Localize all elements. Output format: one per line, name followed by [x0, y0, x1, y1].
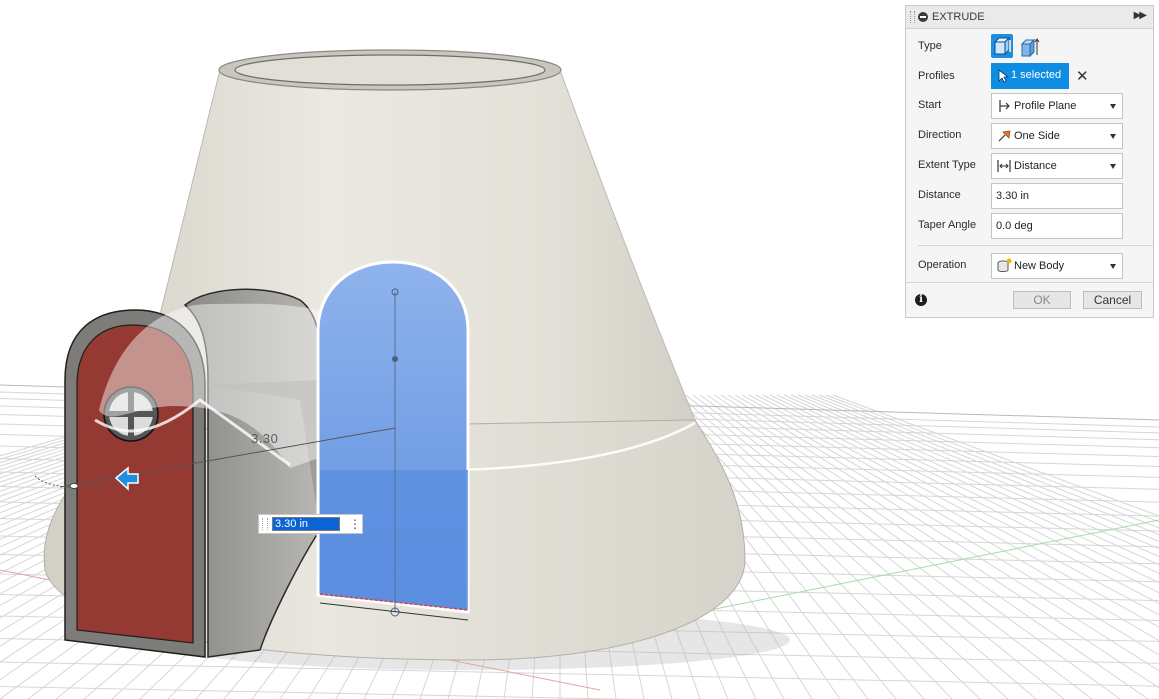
- one-side-icon: [998, 130, 1011, 142]
- dimension-label: 3.30: [251, 431, 279, 446]
- start-label: Start: [918, 99, 942, 111]
- direction-value: One Side: [1014, 130, 1060, 142]
- clear-selection-icon[interactable]: ✕: [1076, 67, 1089, 85]
- chevron-down-icon: [1110, 164, 1116, 169]
- profiles-select-button[interactable]: 1 selected: [991, 63, 1069, 89]
- distance-label: Distance: [918, 189, 961, 201]
- profile-plane-icon: [999, 100, 1010, 112]
- collapse-icon[interactable]: [918, 12, 928, 22]
- start-value: Profile Plane: [1014, 100, 1077, 112]
- chevron-down-icon: [1110, 134, 1116, 139]
- ok-button[interactable]: OK: [1013, 291, 1071, 309]
- cursor-arrow-icon: [998, 69, 1009, 83]
- type-thin-button[interactable]: [1019, 36, 1041, 58]
- operation-value: New Body: [1014, 260, 1065, 272]
- row-distance: Distance 3.30 in: [918, 183, 1148, 209]
- more-options-icon[interactable]: ⋮: [349, 517, 361, 531]
- row-profiles: Profiles 1 selected ✕: [918, 63, 1148, 90]
- distance-value: 3.30 in: [996, 190, 1030, 202]
- type-label: Type: [918, 40, 942, 52]
- distance-manipulator-input[interactable]: [272, 517, 340, 531]
- direction-label: Direction: [918, 129, 962, 141]
- row-extent-type: Extent Type Distance: [918, 153, 1148, 179]
- taper-angle-field[interactable]: 0.0 deg: [991, 213, 1123, 239]
- extrude-thin-icon: [1020, 38, 1040, 58]
- dialog-header[interactable]: EXTRUDE ▶▶: [906, 6, 1153, 29]
- extent-type-dropdown[interactable]: Distance: [991, 153, 1123, 179]
- operation-dropdown[interactable]: New Body: [991, 253, 1123, 279]
- info-icon[interactable]: i: [915, 294, 927, 306]
- chevron-down-icon: [1110, 104, 1116, 109]
- distance-manipulator-box[interactable]: ⋮: [258, 514, 363, 534]
- type-solid-button[interactable]: [991, 34, 1013, 58]
- taper-angle-label: Taper Angle: [918, 219, 977, 231]
- start-dropdown[interactable]: Profile Plane: [991, 93, 1123, 119]
- extrude-dialog: EXTRUDE ▶▶ Type Profiles 1 selected ✕ St…: [905, 5, 1154, 318]
- divider: [906, 282, 1153, 283]
- taper-angle-value: 0.0 deg: [996, 220, 1033, 232]
- row-start: Start Profile Plane: [918, 93, 1148, 119]
- extrude-solid-icon: [993, 36, 1011, 56]
- row-taper-angle: Taper Angle 0.0 deg: [918, 213, 1148, 239]
- expand-icon[interactable]: ▶▶: [1134, 10, 1147, 21]
- divider: [918, 245, 1153, 246]
- row-operation: Operation New Body: [918, 253, 1148, 279]
- distance-field[interactable]: 3.30 in: [991, 183, 1123, 209]
- extent-type-value: Distance: [1014, 160, 1057, 172]
- drag-grip-icon[interactable]: [910, 11, 915, 23]
- drag-grip-icon[interactable]: [262, 518, 268, 530]
- cancel-button[interactable]: Cancel: [1083, 291, 1142, 309]
- operation-label: Operation: [918, 259, 967, 271]
- extent-type-label: Extent Type: [918, 159, 976, 171]
- direction-dropdown[interactable]: One Side: [991, 123, 1123, 149]
- distance-icon: [997, 160, 1011, 172]
- dialog-title: EXTRUDE: [932, 11, 985, 23]
- row-direction: Direction One Side: [918, 123, 1148, 149]
- profiles-label: Profiles: [918, 70, 955, 82]
- new-body-icon: [997, 258, 1012, 272]
- profiles-value: 1 selected: [1011, 69, 1062, 81]
- row-type: Type: [918, 34, 1148, 60]
- chevron-down-icon: [1110, 264, 1116, 269]
